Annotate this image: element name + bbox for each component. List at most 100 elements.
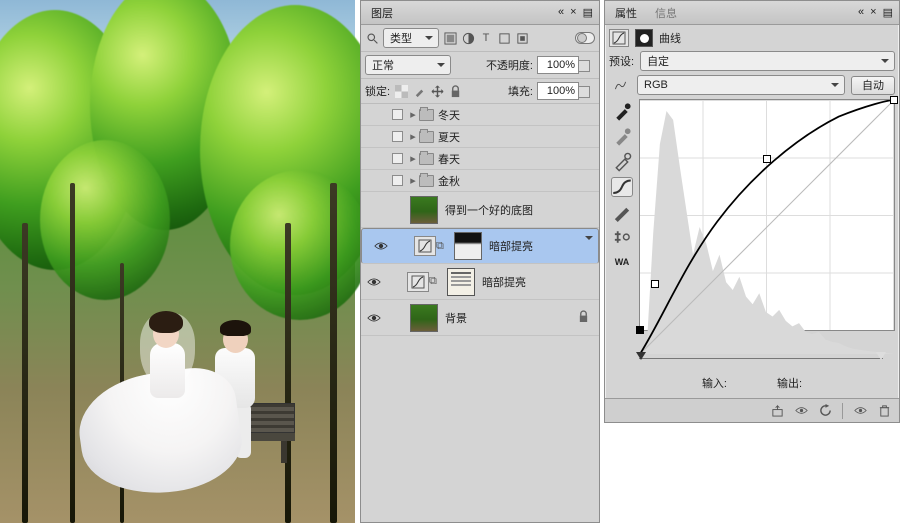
- curve-draw-tool[interactable]: [611, 202, 633, 222]
- eyedropper-black-icon[interactable]: [611, 102, 633, 122]
- layers-panel: 图层 « × ▤ 类型 T 正常 不透明度: 100% 锁定: 填充: 100%…: [360, 0, 600, 523]
- lock-paint-icon[interactable]: [412, 84, 426, 98]
- curves-graph[interactable]: [639, 99, 895, 331]
- panel-menu-icon[interactable]: ▤: [583, 6, 593, 19]
- photo-foliage: [40, 140, 170, 300]
- toggle-checkbox[interactable]: [392, 153, 403, 164]
- visibility-icon[interactable]: [361, 277, 387, 287]
- search-icon: [365, 31, 379, 45]
- blend-opacity-row: 正常 不透明度: 100%: [361, 52, 599, 79]
- lock-position-icon[interactable]: [430, 84, 444, 98]
- auto-button[interactable]: 自动: [851, 76, 895, 95]
- close-icon[interactable]: ×: [570, 6, 576, 19]
- reset-icon[interactable]: [818, 404, 832, 418]
- expand-arrow-icon[interactable]: ▸: [407, 152, 419, 165]
- photo-foliage: [230, 170, 370, 320]
- photo-trunk: [330, 183, 337, 523]
- opacity-field[interactable]: 100%: [537, 56, 579, 74]
- input-range-slider[interactable]: [639, 352, 895, 366]
- panel-menu-icon[interactable]: ▤: [883, 6, 893, 19]
- layer-group-row[interactable]: ▸ 冬天: [361, 104, 599, 126]
- layer-group-row[interactable]: ▸ 春天: [361, 148, 599, 170]
- channel-icon[interactable]: [609, 78, 631, 92]
- layer-row[interactable]: ⧉暗部提亮: [361, 264, 599, 300]
- properties-panel: 属性 信息 « × ▤ 曲线 预设: 自定 RGB 自动 WA: [604, 0, 900, 423]
- preset-label: 预设:: [609, 53, 634, 69]
- layer-filter-row: 类型 T: [361, 25, 599, 52]
- info-tab[interactable]: 信息: [651, 3, 681, 23]
- filter-shape-icon[interactable]: [497, 31, 511, 45]
- collapse-icon[interactable]: «: [858, 6, 864, 19]
- filter-pixel-icon[interactable]: [443, 31, 457, 45]
- fill-label: 填充:: [508, 83, 533, 99]
- curve-point[interactable]: [763, 155, 771, 163]
- target-adjust-tool[interactable]: [611, 227, 633, 247]
- expand-arrow-icon[interactable]: ▸: [407, 174, 419, 187]
- curve-lines: [640, 100, 894, 354]
- photo-trunk: [70, 183, 75, 523]
- expand-arrow-icon[interactable]: ▸: [407, 130, 419, 143]
- visibility-icon[interactable]: [361, 313, 387, 323]
- layer-row[interactable]: 背景: [361, 300, 599, 336]
- layer-group-row[interactable]: ▸夏天: [361, 126, 599, 148]
- delete-icon[interactable]: [877, 404, 891, 418]
- lock-transparency-icon[interactable]: [394, 84, 408, 98]
- filter-type-icon[interactable]: T: [479, 31, 493, 45]
- curve-point-tool[interactable]: [611, 177, 633, 197]
- blend-mode-select[interactable]: 正常: [365, 55, 451, 75]
- folder-icon: [419, 153, 434, 165]
- preset-select[interactable]: 自定: [640, 51, 895, 71]
- layer-name: 金秋: [434, 173, 460, 189]
- photo-bride: [95, 313, 225, 493]
- preset-value: 自定: [647, 53, 669, 69]
- mask-thumbnail[interactable]: [454, 232, 482, 260]
- input-label: 输入:: [702, 378, 727, 390]
- toggle-visibility-icon[interactable]: [853, 404, 867, 418]
- visibility-icon[interactable]: [368, 241, 394, 251]
- adjustment-title-row: 曲线: [609, 29, 895, 47]
- toggle-checkbox[interactable]: [392, 175, 403, 186]
- layer-group-row[interactable]: ▸ 金秋: [361, 170, 599, 192]
- view-previous-icon[interactable]: [794, 404, 808, 418]
- filter-adjustment-icon[interactable]: [461, 31, 475, 45]
- layer-thumbnail[interactable]: [410, 304, 438, 332]
- channel-select[interactable]: RGB: [637, 75, 845, 95]
- white-point-handle[interactable]: [876, 352, 886, 365]
- layer-row-selected[interactable]: ⧉暗部提亮: [361, 228, 599, 264]
- folder-icon: [419, 131, 434, 143]
- adjustment-name: 曲线: [659, 30, 681, 46]
- mask-thumbnail[interactable]: [447, 268, 475, 296]
- close-icon[interactable]: ×: [870, 6, 876, 19]
- blend-mode-value: 正常: [372, 57, 394, 73]
- curve-tools: WA: [609, 99, 635, 346]
- curve-point[interactable]: [890, 96, 898, 104]
- lock-all-icon[interactable]: [448, 84, 462, 98]
- layer-thumbnail[interactable]: [410, 196, 438, 224]
- link-icon[interactable]: ⧉: [429, 275, 444, 288]
- layers-tab[interactable]: 图层: [367, 3, 397, 23]
- filter-toggle[interactable]: [575, 32, 595, 44]
- curve-point[interactable]: [651, 280, 659, 288]
- filter-type-select[interactable]: 类型: [383, 28, 439, 48]
- properties-tab[interactable]: 属性: [611, 3, 641, 23]
- collapse-icon[interactable]: «: [558, 6, 564, 19]
- mask-icon[interactable]: [635, 29, 653, 47]
- eyedropper-white-icon[interactable]: [611, 152, 633, 172]
- toggle-checkbox[interactable]: [392, 109, 403, 120]
- layer-name: 冬天: [434, 107, 460, 123]
- toggle-checkbox[interactable]: [392, 131, 403, 142]
- wa-icon[interactable]: WA: [611, 252, 633, 272]
- document-canvas[interactable]: [0, 0, 355, 523]
- layer-name: 春天: [434, 151, 460, 167]
- filter-smart-icon[interactable]: [515, 31, 529, 45]
- filter-type-label: 类型: [390, 30, 412, 46]
- fill-field[interactable]: 100%: [537, 82, 579, 100]
- expand-arrow-icon[interactable]: ▸: [407, 108, 419, 121]
- eyedropper-gray-icon[interactable]: [611, 127, 633, 147]
- black-point-handle[interactable]: [636, 352, 646, 365]
- layer-row[interactable]: 得到一个好的底图: [361, 192, 599, 228]
- layers-panel-header: 图层 « × ▤: [361, 1, 599, 25]
- clip-to-layer-icon[interactable]: [770, 404, 784, 418]
- link-icon[interactable]: ⧉: [436, 240, 451, 253]
- curve-point[interactable]: [636, 326, 644, 334]
